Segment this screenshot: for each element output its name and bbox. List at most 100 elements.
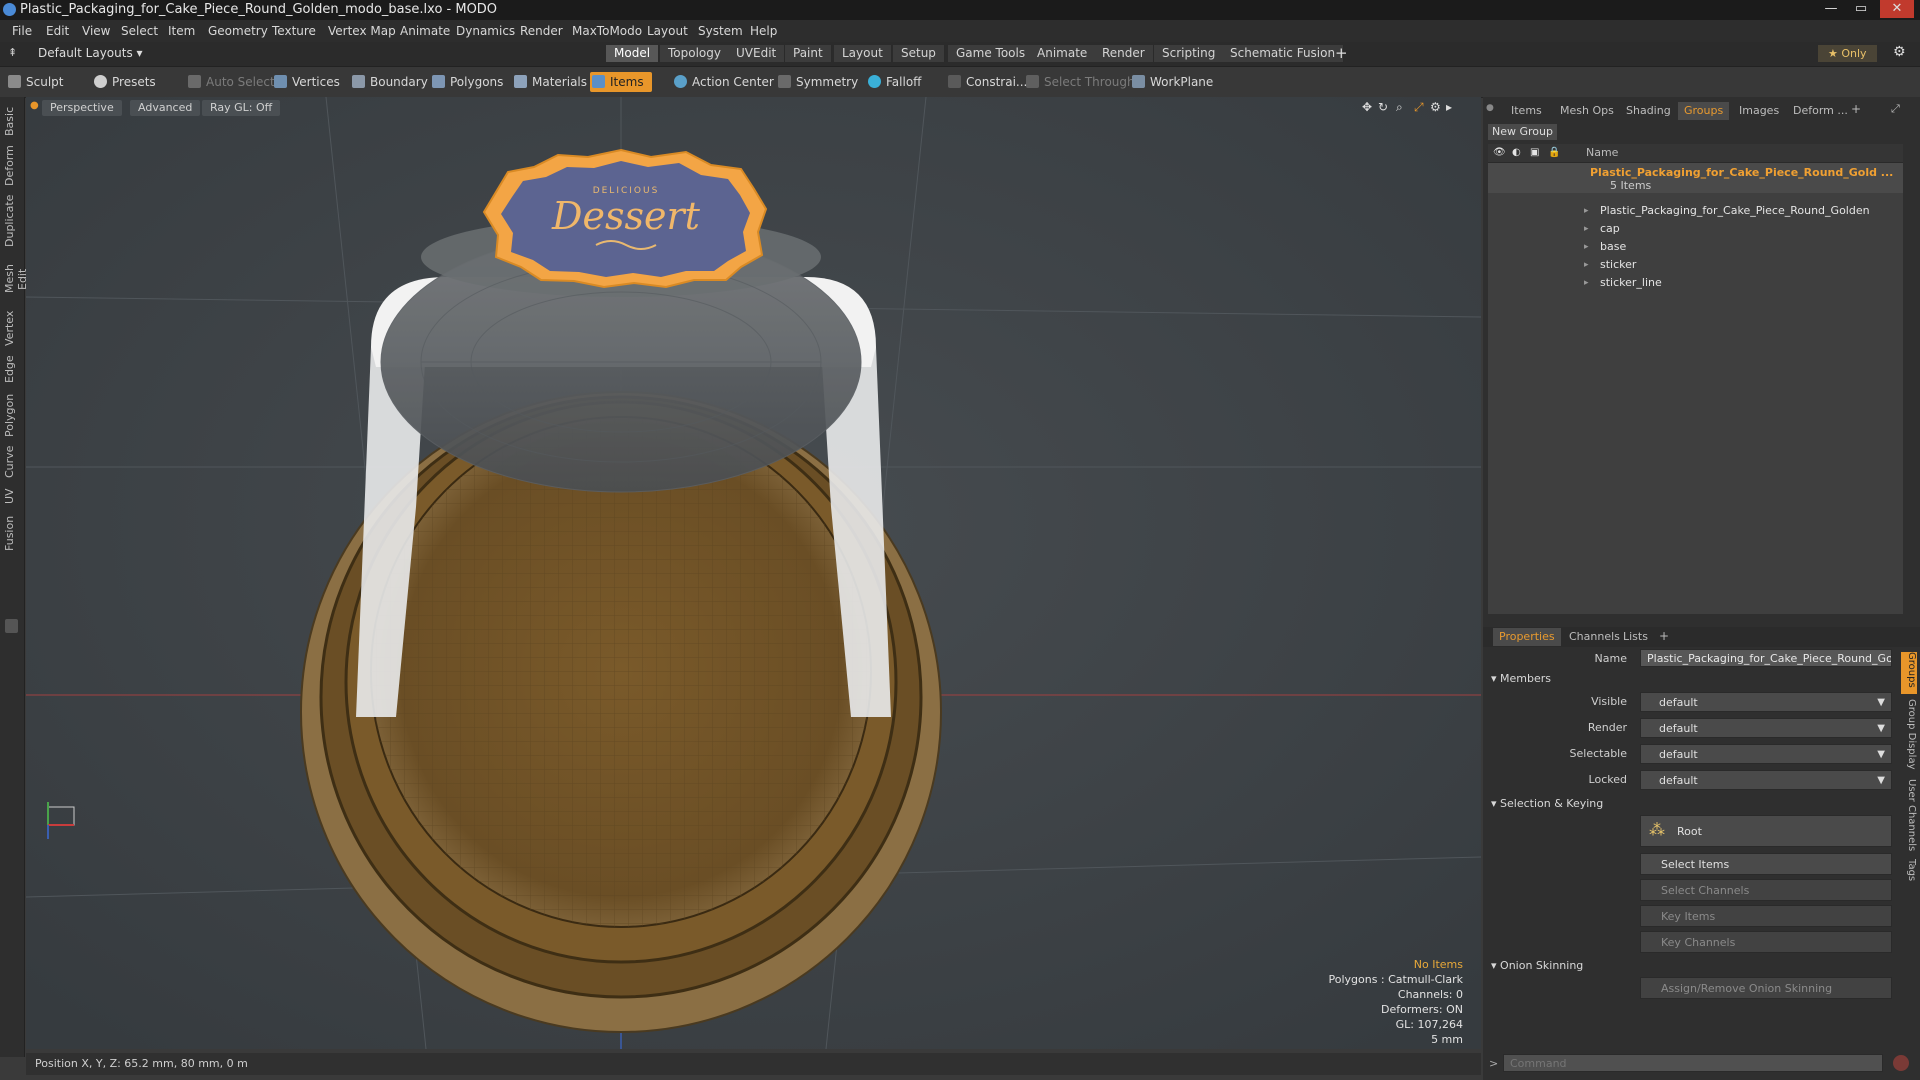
polygons-button[interactable]: Polygons	[430, 72, 503, 92]
tab-uvedit[interactable]: UVEdit	[728, 45, 786, 62]
zoom-view-icon[interactable]: ⌕	[1396, 101, 1408, 113]
menu-select[interactable]: Select	[121, 24, 158, 38]
layout-menu-icon[interactable]: ⇞	[8, 46, 17, 59]
menu-dynamics[interactable]: Dynamics	[456, 24, 515, 38]
auto-select-button[interactable]: Auto Select	[186, 72, 275, 92]
sculpt-button[interactable]: Sculpt	[6, 72, 63, 92]
boundary-button[interactable]: Boundary	[350, 72, 428, 92]
group-child-row[interactable]: ▸ base	[1488, 238, 1903, 256]
viewport-settings-icon[interactable]: ⚙	[1430, 101, 1442, 113]
tab-groups[interactable]: Groups	[1678, 102, 1730, 120]
symmetry-button[interactable]: Symmetry	[776, 72, 858, 92]
action-center-button[interactable]: Action Center	[672, 72, 774, 92]
panel-expand-icon[interactable]: ⤢	[1891, 102, 1900, 116]
fit-view-icon[interactable]: ⤢	[1414, 101, 1426, 113]
move-view-icon[interactable]: ✥	[1362, 101, 1374, 113]
onion-skinning-button[interactable]: Assign/Remove Onion Skinning	[1640, 977, 1892, 999]
constraints-button[interactable]: Constrai...	[946, 72, 1027, 92]
tab-schematic-fusion[interactable]: Schematic Fusion	[1222, 45, 1345, 62]
members-section[interactable]: ▾ Members	[1491, 672, 1551, 685]
items-button[interactable]: Items	[590, 72, 652, 92]
tab-lists[interactable]: Lists	[1617, 628, 1654, 646]
tab-setup[interactable]: Setup	[893, 45, 945, 62]
vtab-mesh-edit[interactable]: Mesh Edit	[3, 255, 29, 303]
vtab-edge[interactable]: Edge	[3, 353, 21, 385]
close-button[interactable]: ✕	[1880, 0, 1914, 18]
tab-mesh-ops[interactable]: Mesh Ops	[1554, 102, 1620, 120]
key-items-button[interactable]: Key Items	[1640, 905, 1892, 927]
menu-item[interactable]: Item	[168, 24, 195, 38]
sidetab-user-channels[interactable]: User Channels	[1901, 779, 1917, 853]
vtab-basic[interactable]: Basic	[3, 103, 21, 139]
tab-layout[interactable]: Layout	[834, 45, 892, 62]
raygl-button[interactable]: Ray GL: Off	[202, 100, 281, 116]
group-child-row[interactable]: ▸ cap	[1488, 220, 1903, 238]
command-input[interactable]	[1503, 1054, 1883, 1072]
menu-edit[interactable]: Edit	[46, 24, 69, 38]
vtab-fusion[interactable]: Fusion	[3, 513, 21, 553]
menu-layout[interactable]: Layout	[647, 24, 688, 38]
only-toggle[interactable]: ★ Only	[1818, 45, 1877, 62]
advanced-shading-button[interactable]: Advanced	[130, 100, 201, 116]
tab-properties[interactable]: Properties	[1493, 628, 1561, 646]
tab-scripting[interactable]: Scripting	[1154, 45, 1225, 62]
menu-geometry[interactable]: Geometry	[208, 24, 268, 38]
tab-paint[interactable]: Paint	[785, 45, 832, 62]
3d-viewport[interactable]: DELICIOUS Dessert ● Perspective Advanced…	[26, 97, 1481, 1049]
vtab-duplicate[interactable]: Duplicate	[3, 193, 21, 249]
menu-help[interactable]: Help	[750, 24, 777, 38]
tab-animate[interactable]: Animate	[1029, 45, 1097, 62]
tab-items[interactable]: Items	[1505, 102, 1548, 120]
menu-texture[interactable]: Texture	[272, 24, 316, 38]
restore-button[interactable]: ▭	[1847, 0, 1875, 18]
vtab-uv[interactable]: UV	[3, 485, 21, 507]
vertices-button[interactable]: Vertices	[272, 72, 340, 92]
new-group-button[interactable]: New Group	[1488, 124, 1557, 140]
select-channels-button[interactable]: Select Channels	[1640, 879, 1892, 901]
name-field[interactable]: Plastic_Packaging_for_Cake_Piece_Round_G…	[1640, 649, 1892, 667]
workplane-button[interactable]: WorkPlane	[1130, 72, 1213, 92]
menu-render[interactable]: Render	[520, 24, 563, 38]
locked-dropdown[interactable]: default ▼	[1640, 770, 1892, 790]
minimize-button[interactable]: —	[1817, 0, 1845, 18]
vtab-polygon[interactable]: Polygon	[3, 391, 21, 439]
default-layouts-dropdown[interactable]: Default Layouts ▾	[38, 46, 143, 60]
materials-button[interactable]: Materials	[512, 72, 587, 92]
root-button[interactable]: ⁂ Root	[1640, 815, 1892, 847]
group-root-row[interactable]: Plastic_Packaging_for_Cake_Piece_Round_G…	[1488, 163, 1903, 193]
group-child-row[interactable]: ▸ sticker_line	[1488, 274, 1903, 292]
panel-toggle-icon[interactable]	[5, 619, 18, 633]
record-icon[interactable]	[1893, 1055, 1909, 1071]
menu-vertex-map[interactable]: Vertex Map	[328, 24, 396, 38]
tab-shading[interactable]: Shading	[1620, 102, 1677, 120]
viewport-expand-icon[interactable]: ▸	[1446, 101, 1458, 113]
sidetab-tags[interactable]: Tags	[1901, 859, 1917, 889]
select-items-button[interactable]: Select Items	[1640, 853, 1892, 875]
add-tab-button[interactable]: +	[1335, 44, 1348, 62]
vtab-deform[interactable]: Deform	[3, 145, 21, 187]
gear-icon[interactable]: ⚙	[1893, 44, 1906, 60]
tab-topology[interactable]: Topology	[660, 45, 730, 62]
menu-system[interactable]: System	[698, 24, 743, 38]
onion-skinning-section[interactable]: ▾ Onion Skinning	[1491, 959, 1583, 972]
add-panel-tab-icon[interactable]: +	[1851, 102, 1861, 116]
tab-images[interactable]: Images	[1733, 102, 1785, 120]
tab-render[interactable]: Render	[1094, 45, 1154, 62]
rotate-view-icon[interactable]: ↻	[1378, 101, 1390, 113]
vtab-vertex[interactable]: Vertex	[3, 309, 21, 347]
group-child-row[interactable]: ▸ Plastic_Packaging_for_Cake_Piece_Round_…	[1488, 202, 1903, 220]
selectable-dropdown[interactable]: default ▼	[1640, 744, 1892, 764]
sidetab-group-display[interactable]: Group Display	[1901, 699, 1917, 773]
vtab-curve[interactable]: Curve	[3, 445, 21, 479]
menu-view[interactable]: View	[82, 24, 110, 38]
group-child-row[interactable]: ▸ sticker	[1488, 256, 1903, 274]
falloff-button[interactable]: Falloff	[866, 72, 921, 92]
perspective-button[interactable]: Perspective	[42, 100, 122, 116]
menu-animate[interactable]: Animate	[400, 24, 450, 38]
menu-maxtomodo[interactable]: MaxToModo	[572, 24, 642, 38]
tab-game-tools[interactable]: Game Tools	[948, 45, 1035, 62]
sidetab-groups[interactable]: Groups	[1901, 652, 1917, 694]
key-channels-button[interactable]: Key Channels	[1640, 931, 1892, 953]
presets-button[interactable]: Presets	[92, 72, 156, 92]
tab-deform[interactable]: Deform ...	[1787, 102, 1854, 120]
